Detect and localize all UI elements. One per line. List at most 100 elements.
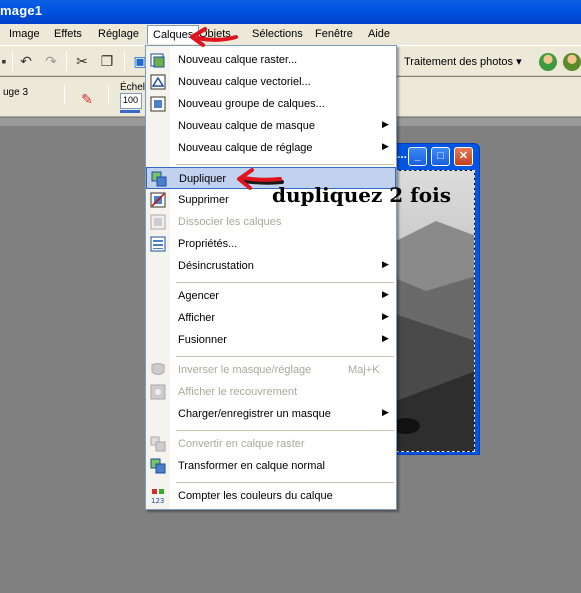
- menu-item-new-layer-group[interactable]: Nouveau groupe de calques...: [146, 93, 396, 115]
- menu-item-label: Propriétés...: [178, 238, 238, 250]
- menu-item-label: Convertir en calque raster: [178, 438, 305, 450]
- instruction-annotation: dupliquez 2 fois: [272, 183, 451, 207]
- ungroup-icon: [150, 214, 166, 230]
- menu-item-properties[interactable]: Propriétés...: [146, 233, 396, 255]
- properties-icon: [150, 236, 166, 252]
- menu-aide-label: Aide: [368, 28, 391, 40]
- duplicate-layer-icon: [151, 171, 167, 187]
- scale-label: Échell: [120, 82, 148, 93]
- menu-effets[interactable]: Effets: [54, 28, 82, 40]
- minimize-button[interactable]: _: [408, 147, 427, 166]
- menu-item-load-save-mask[interactable]: Charger/enregistrer un masque ▶: [146, 403, 396, 425]
- red-arrow-icon: [190, 27, 238, 47]
- scale-input[interactable]: 100: [120, 93, 142, 109]
- convert-raster-icon: [150, 436, 166, 452]
- toolbar-separator: [108, 85, 109, 105]
- user-icon[interactable]: [539, 53, 557, 71]
- photo-processing-button[interactable]: Traitement des photos ▾: [404, 55, 522, 68]
- menu-reglage[interactable]: Réglage: [98, 28, 139, 40]
- user-group-icon[interactable]: [563, 53, 581, 71]
- menu-item-label: Nouveau calque de réglage: [178, 142, 313, 154]
- promote-layer-icon: [150, 458, 166, 474]
- image-window-title: ...: [397, 147, 408, 161]
- menu-item-new-vector-layer[interactable]: Nouveau calque vectoriel...: [146, 71, 396, 93]
- menu-separator: [176, 164, 394, 165]
- menu-item-label: Transformer en calque normal: [178, 460, 325, 472]
- menu-item-label: Nouveau calque raster...: [178, 54, 298, 66]
- scale-slider[interactable]: [120, 110, 140, 113]
- menu-item-new-adjustment-layer[interactable]: Nouveau calque de réglage ▶: [146, 137, 396, 159]
- tool-options-label: uge 3: [3, 87, 29, 98]
- eraser-icon[interactable]: ✎: [79, 91, 95, 107]
- app-title-bar: mage1: [0, 0, 581, 24]
- menu-separator: [176, 430, 394, 431]
- menu-bar: Image Effets Réglage Calques Objets Séle…: [0, 24, 581, 46]
- menu-selections[interactable]: Sélections: [252, 28, 303, 40]
- layer-group-icon: [150, 96, 166, 112]
- menu-item-label: Afficher: [178, 312, 216, 324]
- menu-item-label: Supprimer: [178, 194, 229, 206]
- menu-separator: [176, 356, 394, 357]
- menu-separator: [176, 482, 394, 483]
- submenu-arrow-icon: ▶: [382, 119, 389, 129]
- menu-item-label: Fusionner: [178, 334, 227, 346]
- redo-icon[interactable]: ↷: [43, 53, 59, 69]
- toolbar-separator: [124, 51, 125, 71]
- submenu-arrow-icon: ▶: [382, 333, 389, 343]
- submenu-arrow-icon: ▶: [382, 407, 389, 417]
- cut-icon[interactable]: ✂: [74, 53, 90, 69]
- svg-text:123: 123: [151, 497, 164, 504]
- submenu-arrow-icon: ▶: [382, 259, 389, 269]
- menu-fenetre[interactable]: Fenêtre: [315, 28, 353, 40]
- menu-effets-label: Effets: [54, 28, 82, 40]
- copy-icon[interactable]: ❐: [99, 53, 115, 69]
- overlay-icon: [150, 384, 166, 400]
- menu-fenetre-label: Fenêtre: [315, 28, 353, 40]
- menu-item-convert-raster[interactable]: Convertir en calque raster: [146, 433, 396, 455]
- menu-item-label: Nouveau calque de masque: [178, 120, 315, 132]
- menu-item-arrange[interactable]: Agencer ▶: [146, 285, 396, 307]
- menu-item-label: Nouveau calque vectoriel...: [178, 76, 311, 88]
- menu-item-label: Dupliquer: [179, 173, 227, 185]
- menu-item-count-colors[interactable]: 123 Compter les couleurs du calque: [146, 485, 396, 507]
- menu-item-label: Désincrustation: [178, 260, 254, 272]
- menu-item-invert-mask[interactable]: Inverser le masque/réglage Maj+K: [146, 359, 396, 381]
- close-button[interactable]: ✕: [454, 147, 473, 166]
- toolbar-separator: [12, 51, 13, 71]
- menu-item-label: Dissocier les calques: [178, 216, 282, 228]
- save-icon[interactable]: ▪: [0, 53, 12, 69]
- red-arrow-icon: [237, 168, 284, 190]
- menu-item-label: Inverser le masque/réglage: [178, 364, 312, 376]
- count-colors-icon: 123: [150, 488, 166, 505]
- undo-icon[interactable]: ↶: [18, 53, 34, 69]
- menu-item-label: Agencer: [178, 290, 219, 302]
- vector-layer-icon: [150, 74, 166, 90]
- menu-image[interactable]: Image: [9, 28, 40, 40]
- raster-layer-icon: [150, 52, 166, 68]
- window-title: mage1: [0, 3, 43, 18]
- menu-item-new-raster-layer[interactable]: Nouveau calque raster...: [146, 49, 396, 71]
- submenu-arrow-icon: ▶: [382, 289, 389, 299]
- delete-layer-icon: [150, 192, 166, 208]
- menu-item-show[interactable]: Afficher ▶: [146, 307, 396, 329]
- menu-item-label: Compter les couleurs du calque: [178, 490, 333, 502]
- calques-dropdown-menu: Nouveau calque raster... Nouveau calque …: [145, 45, 397, 510]
- submenu-arrow-icon: ▶: [382, 141, 389, 151]
- menu-aide[interactable]: Aide: [368, 28, 390, 40]
- menu-reglage-label: Réglage: [98, 28, 139, 40]
- menu-item-shortcut: Maj+K: [348, 364, 380, 376]
- menu-item-label: Charger/enregistrer un masque: [178, 408, 331, 420]
- menu-item-show-overlay[interactable]: Afficher le recouvrement: [146, 381, 396, 403]
- menu-image-label: Image: [9, 28, 40, 40]
- maximize-button[interactable]: □: [431, 147, 450, 166]
- menu-item-blend-range[interactable]: Désincrustation ▶: [146, 255, 396, 277]
- menu-item-label: Nouveau groupe de calques...: [178, 98, 325, 110]
- menu-separator: [176, 282, 394, 283]
- toolbar-separator: [64, 85, 65, 105]
- photo-processing-label: Traitement des photos: [404, 56, 514, 68]
- menu-item-promote-normal-layer[interactable]: Transformer en calque normal: [146, 455, 396, 477]
- menu-item-new-mask-layer[interactable]: Nouveau calque de masque ▶: [146, 115, 396, 137]
- menu-item-ungroup-layers[interactable]: Dissocier les calques: [146, 211, 396, 233]
- menu-item-merge[interactable]: Fusionner ▶: [146, 329, 396, 351]
- menu-selections-label: Sélections: [252, 28, 303, 40]
